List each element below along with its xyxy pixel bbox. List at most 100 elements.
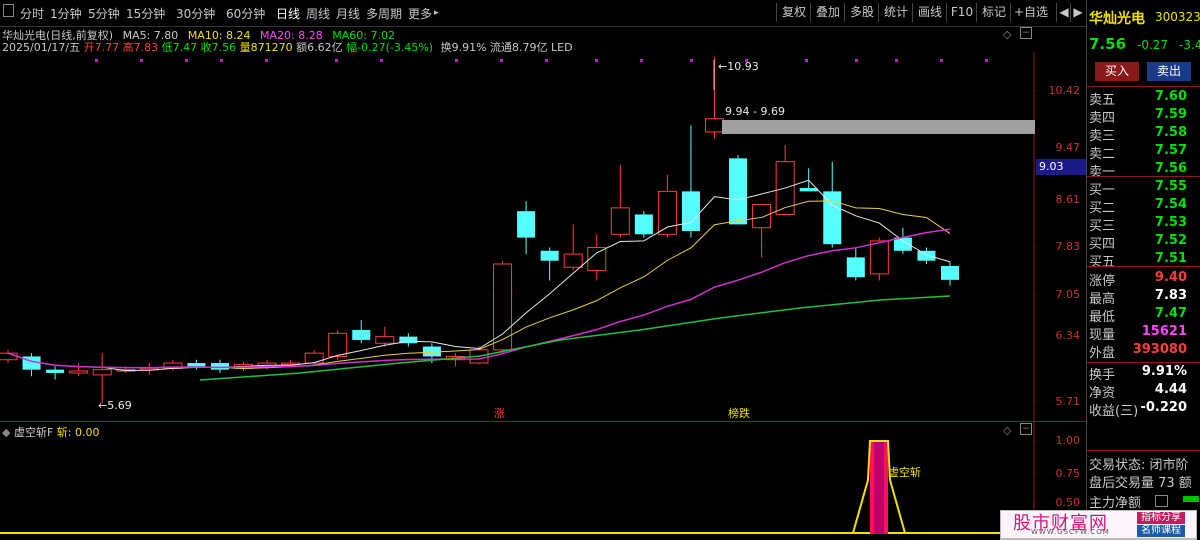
quote-row: 买四 7.52	[1089, 233, 1200, 252]
candle-body	[563, 253, 583, 268]
period-tab[interactable]: 日线	[276, 5, 300, 22]
collapse-icon[interactable]: −	[1020, 27, 1032, 39]
candlestick-chart[interactable]: ←10.93 9.94 - 9.69 ←5.69 涨 榜跌	[0, 52, 1086, 422]
top-marker	[265, 59, 268, 62]
top-marker	[940, 59, 943, 62]
quote-row: 买二 7.54	[1089, 197, 1200, 216]
top-marker	[595, 59, 598, 62]
indicator-tick-label: 0.75	[1055, 467, 1081, 480]
toolbar-button[interactable]: +自选	[1010, 3, 1051, 22]
quote-row-value: 15621	[1141, 324, 1187, 339]
toolbar-button[interactable]: 统计	[878, 3, 913, 22]
price-tick-label: 7.83	[1055, 240, 1081, 253]
watermark-tag1: 指标分享	[1137, 512, 1185, 524]
candle-body	[846, 257, 865, 278]
candle-body	[517, 211, 536, 238]
trade-status: 交易状态: 闭市阶	[1089, 458, 1189, 473]
quote-row-value: 7.57	[1154, 143, 1187, 158]
quote-row-value: 7.52	[1154, 233, 1187, 248]
quote-row: 卖五 7.60	[1089, 89, 1200, 108]
candle-body	[917, 250, 936, 261]
quote-row-label: 收益(三)	[1089, 404, 1139, 419]
more-arrow-icon[interactable]: ▸	[434, 8, 439, 18]
period-tab[interactable]: 1分钟	[50, 5, 82, 22]
quote-row-label: 换手	[1089, 368, 1116, 383]
watermark-box: 股市财富网 WWW.GSCFW.COM 指标分享 名师课程	[1000, 510, 1197, 539]
price-tick-label: 10.42	[1048, 84, 1081, 97]
toolbar-button[interactable]: 画线	[912, 3, 947, 22]
quote-row-value: -0.220	[1140, 400, 1187, 415]
quote-row-label: 买五	[1089, 255, 1116, 270]
quote-row-value: 7.56	[1154, 161, 1187, 176]
after-hours-volume: 盘后交易量 73 额	[1089, 476, 1192, 491]
toolbar-button[interactable]: 复权	[776, 3, 811, 22]
ma5-line	[7, 179, 951, 372]
divider	[1087, 362, 1200, 363]
indicator-chart[interactable]: 虚空斩	[0, 422, 1086, 539]
nav-left-icon[interactable]: ◀	[1056, 3, 1071, 22]
candle-body	[941, 265, 959, 280]
flow-bar	[1183, 496, 1199, 502]
candle-body	[587, 246, 607, 272]
quote-row-value: 7.58	[1154, 125, 1187, 140]
quote-row: 卖一 7.56	[1089, 161, 1200, 180]
top-marker	[500, 59, 503, 62]
price-tick-label: 9.47	[1055, 141, 1081, 154]
quote-row-value: 4.44	[1154, 382, 1187, 397]
toolbar-button[interactable]: F10	[946, 3, 977, 22]
flow-toggle-icon[interactable]	[1155, 495, 1168, 507]
quote-row: 现量 15621	[1089, 324, 1200, 343]
top-marker	[220, 59, 223, 62]
resistance-box	[722, 120, 1035, 134]
nav-right-icon[interactable]: ▶	[1070, 3, 1085, 22]
sell-button[interactable]: 卖出	[1147, 62, 1191, 81]
top-marker	[805, 59, 808, 62]
quote-row: 换手 9.91%	[1089, 364, 1200, 383]
divider	[1087, 176, 1200, 177]
quote-row-label: 买一	[1089, 183, 1116, 198]
candle-body	[352, 330, 371, 340]
buy-button[interactable]: 买入	[1095, 62, 1139, 81]
period-tab[interactable]: 15分钟	[126, 5, 165, 22]
candle-body	[493, 263, 513, 351]
quote-row-label: 买二	[1089, 201, 1116, 216]
period-tab[interactable]: 60分钟	[226, 5, 265, 22]
period-tab[interactable]: 30分钟	[176, 5, 215, 22]
price-tick-label: 5.71	[1055, 395, 1081, 408]
period-tab[interactable]: 更多	[408, 5, 432, 22]
quote-row: 收益(三) -0.220	[1089, 400, 1200, 419]
candle-body	[634, 214, 653, 235]
quote-row: 最高 7.83	[1089, 288, 1200, 307]
quote-row-value: 7.51	[1154, 251, 1187, 266]
top-marker	[335, 59, 338, 62]
top-marker	[95, 59, 98, 62]
quote-row: 外盘 393080	[1089, 342, 1200, 361]
candle-body	[657, 190, 677, 235]
window-square-icon[interactable]	[3, 4, 14, 17]
period-tab[interactable]: 多周期	[366, 5, 402, 22]
quote-row-label: 卖一	[1089, 165, 1116, 180]
quote-row-value: 7.55	[1154, 179, 1187, 194]
toolbar-button[interactable]: 多股	[844, 3, 879, 22]
quote-row-label: 外盘	[1089, 346, 1116, 361]
period-tab[interactable]: 周线	[306, 5, 330, 22]
period-tab[interactable]: 月线	[336, 5, 360, 22]
price-tick-label: 7.05	[1055, 288, 1081, 301]
candle-body	[0, 352, 18, 361]
quote-row-value: 7.59	[1154, 107, 1187, 122]
ma10-line	[7, 200, 951, 369]
candle-body	[210, 363, 229, 370]
quote-row: 买五 7.51	[1089, 251, 1200, 270]
divider	[1087, 86, 1200, 87]
period-tab[interactable]: 5分钟	[88, 5, 120, 22]
low-price-label: ←5.69	[98, 399, 132, 412]
quote-row-value: 7.53	[1154, 215, 1187, 230]
toolbar-button[interactable]: 标记	[976, 3, 1011, 22]
quote-row: 最低 7.47	[1089, 306, 1200, 325]
quote-row-value: 9.91%	[1141, 364, 1187, 379]
high-price-label: ←10.93	[718, 60, 759, 73]
quote-row: 卖二 7.57	[1089, 143, 1200, 162]
period-tab[interactable]: 分时	[20, 5, 44, 22]
toolbar-button[interactable]: 叠加	[810, 3, 845, 22]
settings-diamond-icon[interactable]: ◇	[1003, 28, 1011, 41]
